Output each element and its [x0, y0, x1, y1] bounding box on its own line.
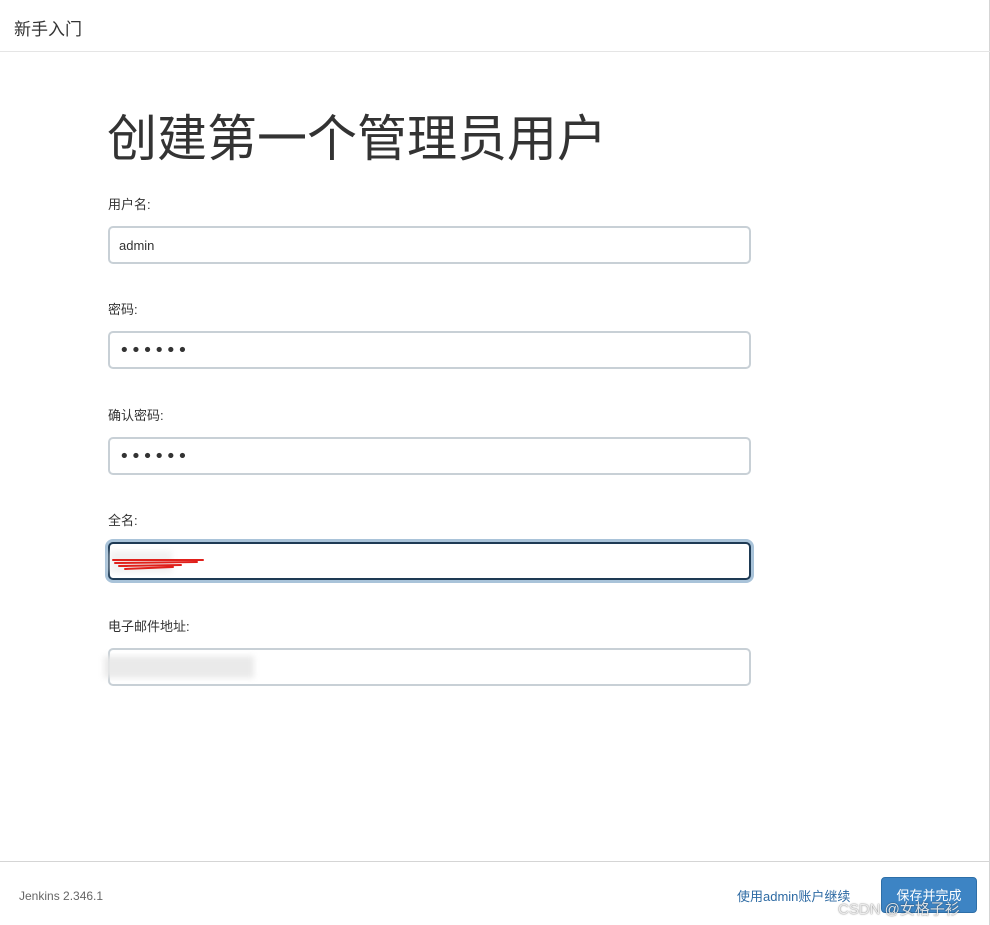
- username-input[interactable]: [108, 226, 751, 264]
- confirm-password-input[interactable]: [108, 437, 751, 475]
- username-label: 用户名:: [108, 197, 151, 212]
- jenkins-version: Jenkins 2.346.1: [19, 889, 104, 903]
- setup-wizard-window: 新手入门 创建第一个管理员用户 用户名: 密码: 确认密码: 全名: 电子邮件地…: [0, 0, 990, 925]
- wizard-header: 新手入门: [0, 0, 990, 52]
- csdn-watermark: CSDN @女格子衫: [838, 901, 960, 918]
- confirm-password-label: 确认密码:: [108, 408, 164, 423]
- email-label: 电子邮件地址:: [108, 619, 190, 634]
- full-name-label: 全名:: [108, 513, 138, 528]
- header-title: 新手入门: [14, 20, 82, 39]
- continue-as-admin-link[interactable]: 使用admin账户继续: [737, 886, 850, 905]
- full-name-redaction-scribble: [112, 559, 204, 570]
- password-input[interactable]: [108, 331, 751, 369]
- password-label: 密码:: [108, 302, 138, 317]
- email-redaction-blur: [104, 656, 254, 678]
- page-title: 创建第一个管理员用户: [107, 111, 607, 167]
